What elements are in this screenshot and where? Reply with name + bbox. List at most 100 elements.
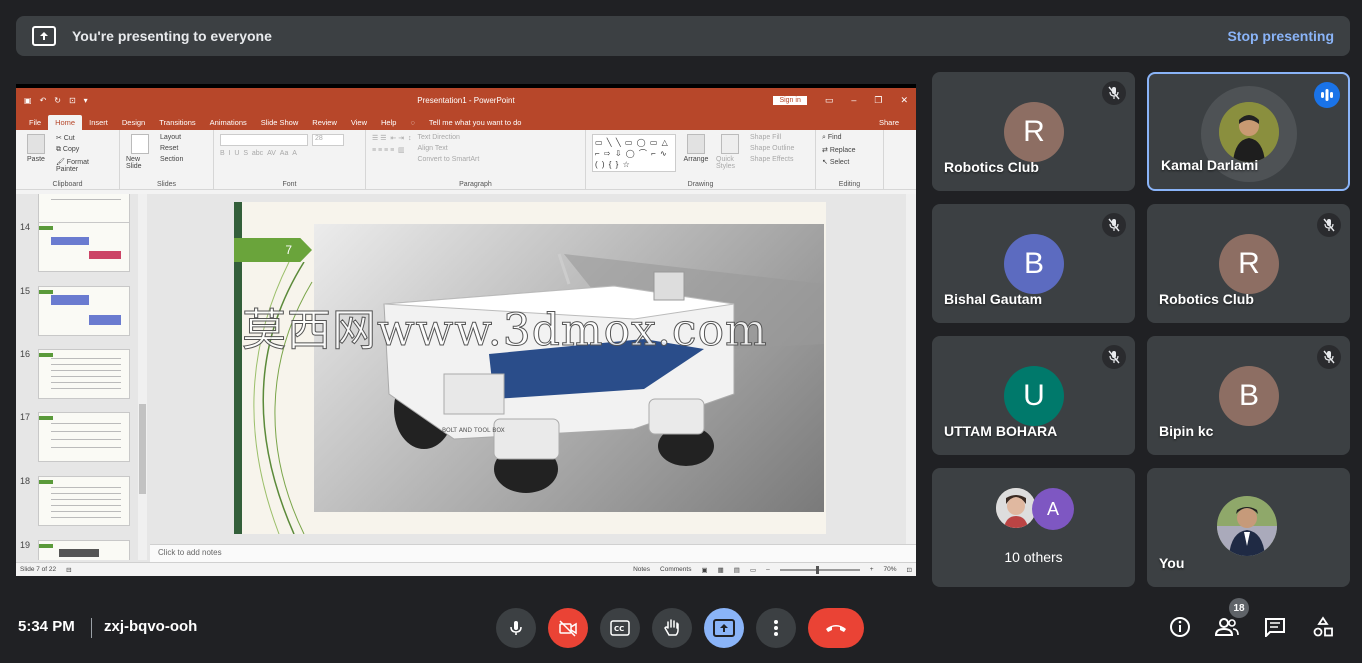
participant-tile[interactable]: B Bishal Gautam — [932, 204, 1135, 323]
chat-button[interactable] — [1262, 614, 1288, 640]
present-button[interactable] — [704, 608, 744, 648]
zoom-in-icon[interactable]: + — [870, 566, 874, 573]
paragraph-group: ☰ ☰ ⇤ ⇥ ↕ ≡ ≡ ≡ ≡ ▥ Text Direction Align… — [366, 130, 586, 189]
slide-thumbnail[interactable]: 15 — [20, 286, 140, 338]
new-slide-icon — [131, 134, 149, 154]
participant-name: Robotics Club — [1159, 291, 1254, 307]
save-icon[interactable]: ▣ — [24, 96, 32, 105]
customize-toolbar-icon[interactable]: ▾ — [84, 96, 88, 105]
slide-thumbnail[interactable]: 14 — [20, 222, 140, 274]
participant-tile[interactable]: U UTTAM BOHARA — [932, 336, 1135, 455]
ppt-sign-in-button[interactable]: Sign in — [773, 95, 807, 105]
undo-icon[interactable]: ↶ — [40, 96, 47, 105]
spellcheck-icon[interactable]: ⊟ — [66, 566, 71, 574]
thumbnail-scrollbar[interactable] — [138, 194, 147, 560]
notes-toggle[interactable]: Notes — [633, 566, 650, 573]
participant-tile[interactable]: B Bipin kc — [1147, 336, 1350, 455]
font-size-select[interactable]: 28 — [312, 134, 344, 146]
tab-design[interactable]: Design — [115, 115, 152, 130]
share-button[interactable]: Share — [872, 115, 906, 130]
zoom-out-icon[interactable]: – — [766, 566, 770, 573]
close-icon[interactable]: ✕ — [900, 95, 908, 106]
meeting-code[interactable]: zxj-bqvo-ooh — [104, 618, 197, 635]
tab-insert[interactable]: Insert — [82, 115, 115, 130]
notes-pane[interactable]: Click to add notes — [150, 544, 916, 562]
start-slideshow-icon[interactable]: ⊡ — [69, 96, 76, 105]
tab-slide-show[interactable]: Slide Show — [254, 115, 306, 130]
smartart-button[interactable]: Convert to SmartArt — [417, 156, 479, 163]
activities-icon — [1313, 616, 1333, 637]
tab-home[interactable]: Home — [48, 115, 83, 130]
shapes-gallery[interactable]: ▭ ╲ ╲ ▭ ◯ ▭ △ ⌐ ⇨ ⇩ ◯ ⌒ ⌐ ∿ ( ) { } ☆ — [592, 134, 676, 172]
minimize-icon[interactable]: – — [851, 95, 856, 106]
more-options-button[interactable] — [756, 608, 796, 648]
align-buttons[interactable]: ≡ ≡ ≡ ≡ ▥ — [372, 146, 411, 154]
redo-icon[interactable]: ↻ — [54, 96, 61, 105]
avatar — [1219, 102, 1279, 162]
shape-effects-button[interactable]: Shape Effects — [750, 156, 794, 163]
tab-transitions[interactable]: Transitions — [152, 115, 202, 130]
align-text-button[interactable]: Align Text — [417, 145, 479, 152]
watermark: 莫西网www.3dmox.com — [242, 305, 768, 357]
hand-icon — [664, 619, 679, 636]
stop-presenting-button[interactable]: Stop presenting — [1227, 28, 1334, 44]
slide-thumbnail[interactable]: 18 — [20, 476, 140, 528]
people-count-badge: 18 — [1229, 598, 1249, 618]
tell-me-search[interactable]: Tell me what you want to do — [422, 115, 529, 130]
slide-thumbnail[interactable]: 17 — [20, 412, 140, 464]
slide-thumbnail[interactable]: 19 — [20, 540, 140, 560]
avatar: R — [1004, 102, 1064, 162]
layout-button[interactable]: Layout — [160, 134, 183, 141]
tab-review[interactable]: Review — [305, 115, 344, 130]
hang-up-icon — [826, 625, 846, 632]
activities-button[interactable] — [1310, 614, 1336, 640]
zoom-level[interactable]: 70% — [884, 566, 897, 573]
tab-view[interactable]: View — [344, 115, 374, 130]
shape-outline-button[interactable]: Shape Outline — [750, 145, 794, 152]
ribbon-display-icon[interactable]: ▭ — [825, 95, 834, 106]
select-button[interactable]: ↖ Select — [822, 158, 856, 166]
slides-group: New Slide Layout Reset Section Slides — [120, 130, 214, 189]
replace-button[interactable]: ⇄ Replace — [822, 146, 856, 154]
people-button[interactable] — [1214, 614, 1240, 640]
tab-animations[interactable]: Animations — [203, 115, 254, 130]
slide-scrollbar[interactable] — [906, 194, 916, 544]
participant-name: Bishal Gautam — [944, 291, 1043, 307]
self-label: You — [1159, 555, 1185, 571]
slide-thumbnail[interactable]: 16 — [20, 349, 140, 401]
clipboard-group: Paste ✂ Cut ⧉ Copy 🖌 Format Painter Clip… — [16, 130, 120, 189]
view-slideshow-icon[interactable]: ▭ — [750, 566, 756, 574]
present-screen-icon — [713, 619, 735, 637]
text-direction-button[interactable]: Text Direction — [417, 134, 479, 141]
zoom-slider[interactable] — [779, 565, 860, 574]
participant-tile[interactable]: R Robotics Club — [1147, 204, 1350, 323]
list-buttons[interactable]: ☰ ☰ ⇤ ⇥ ↕ — [372, 134, 411, 142]
raise-hand-button[interactable] — [652, 608, 692, 648]
self-tile[interactable]: You — [1147, 468, 1350, 587]
captions-button[interactable]: CC — [600, 608, 640, 648]
others-tile[interactable]: A 10 others — [932, 468, 1135, 587]
leave-call-button[interactable] — [808, 608, 864, 648]
meeting-details-button[interactable] — [1167, 614, 1193, 640]
shape-fill-button[interactable]: Shape Fill — [750, 134, 794, 141]
microphone-button[interactable] — [496, 608, 536, 648]
participant-tile[interactable]: R Robotics Club — [932, 72, 1135, 191]
copy-button[interactable]: ⧉ Copy — [56, 146, 113, 154]
fit-slide-icon[interactable]: ⊡ — [907, 566, 912, 574]
section-button[interactable]: Section — [160, 156, 183, 163]
comments-toggle[interactable]: Comments — [660, 566, 691, 573]
cut-button[interactable]: ✂ Cut — [56, 134, 113, 142]
font-name-select[interactable] — [220, 134, 308, 146]
tab-file[interactable]: File — [22, 115, 48, 130]
restore-icon[interactable]: ❐ — [874, 95, 882, 106]
participant-tile[interactable]: Kamal Darlami — [1147, 72, 1350, 191]
view-reading-icon[interactable]: ▤ — [734, 566, 740, 574]
view-normal-icon[interactable]: ▣ — [701, 566, 707, 574]
camera-button[interactable] — [548, 608, 588, 648]
find-button[interactable]: ⌕ Find — [822, 134, 856, 142]
reset-button[interactable]: Reset — [160, 145, 183, 152]
view-sorter-icon[interactable]: ▦ — [718, 566, 724, 574]
font-format-buttons[interactable]: B I U S abc AV Aa A — [220, 150, 344, 157]
tab-help[interactable]: Help — [374, 115, 403, 130]
format-painter-button[interactable]: 🖌 Format Painter — [56, 158, 113, 173]
